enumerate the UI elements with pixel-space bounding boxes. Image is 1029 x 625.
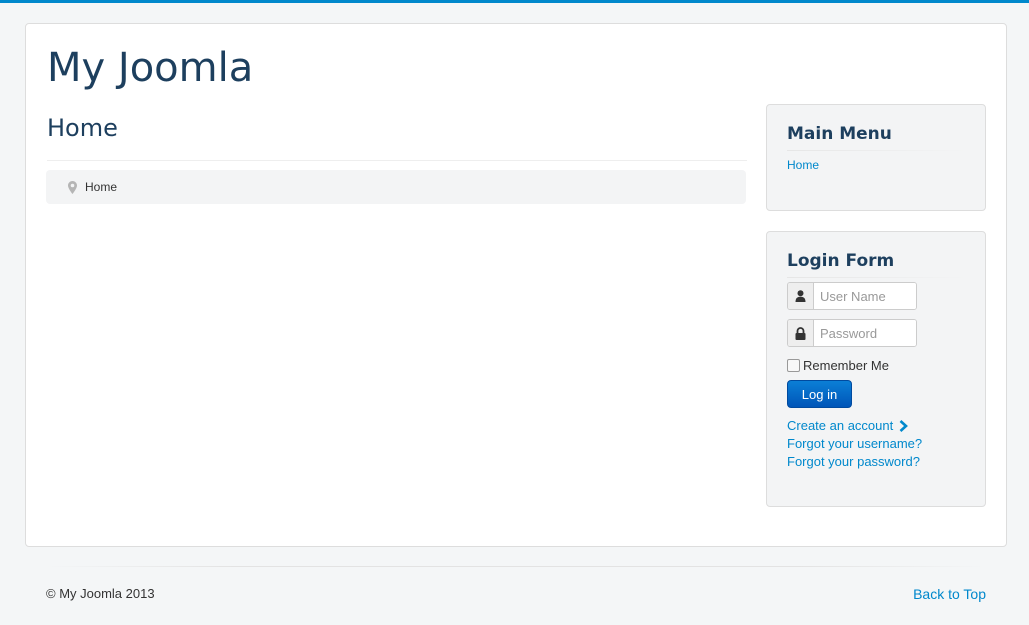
footer-divider [46, 566, 986, 567]
create-account-link[interactable]: Create an account [787, 417, 893, 435]
login-button[interactable]: Log in [787, 380, 852, 408]
menu-item-home[interactable]: Home [787, 158, 819, 172]
forgot-password-link[interactable]: Forgot your password? [787, 453, 920, 471]
main-menu-divider [787, 150, 967, 151]
map-marker-icon [68, 180, 77, 194]
remember-me-label[interactable]: Remember Me [803, 358, 889, 373]
chevron-right-icon [899, 420, 909, 432]
forgot-username-link[interactable]: Forgot your username? [787, 435, 922, 453]
login-form-module: Login Form Remember Me [766, 231, 986, 507]
footer-copyright: © My Joomla 2013 [46, 586, 155, 601]
user-icon [788, 283, 814, 309]
remember-me-checkbox[interactable] [787, 359, 800, 372]
heading-divider [47, 160, 747, 161]
page-body: My Joomla Home Home Main Menu Home Login… [25, 23, 1007, 547]
main-menu-module: Main Menu Home [766, 104, 986, 211]
password-input[interactable] [814, 320, 916, 346]
login-form-title: Login Form [787, 251, 895, 271]
username-group [787, 282, 917, 310]
page-title: Home [47, 114, 118, 142]
site-brand[interactable]: My Joomla [47, 44, 253, 92]
main-menu-title: Main Menu [787, 124, 892, 144]
password-group [787, 319, 917, 347]
login-form-divider [787, 277, 967, 278]
back-to-top-link[interactable]: Back to Top [913, 586, 986, 602]
lock-icon [788, 320, 814, 346]
breadcrumb-item-home: Home [85, 180, 118, 194]
username-input[interactable] [814, 283, 916, 309]
remember-me: Remember Me [787, 358, 889, 373]
breadcrumb: Home [46, 170, 746, 204]
login-links: Create an account Forgot your username? … [787, 417, 922, 471]
